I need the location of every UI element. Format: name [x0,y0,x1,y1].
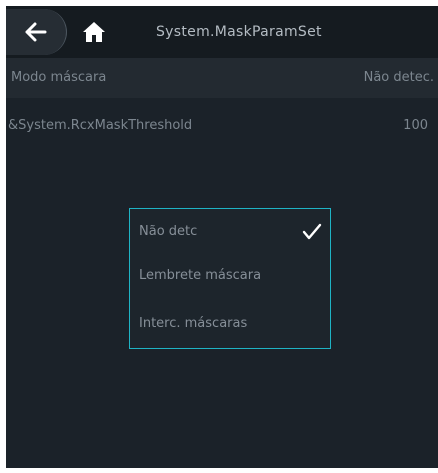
mask-mode-row[interactable]: Modo máscara Não detec. [6,58,438,98]
checkmark-icon [302,223,322,240]
page-title: System.MaskParamSet [156,24,322,40]
option-label: Lembrete máscara [139,268,262,283]
mask-mode-value: Não detec. [363,70,434,85]
mask-threshold-label: &System.RcxMaskThreshold [8,118,193,133]
mask-param-screen: System.MaskParamSet Modo máscara Não det… [6,6,438,468]
option-nao-detc[interactable]: Não detc [130,209,330,255]
option-interc-mascaras[interactable]: Interc. máscaras [130,301,330,347]
mask-threshold-value: 100 [403,118,428,133]
back-button[interactable] [6,9,67,55]
mask-threshold-row[interactable]: &System.RcxMaskThreshold 100 [6,106,438,146]
arrow-left-icon [25,22,47,42]
option-label: Não detc [139,224,198,239]
home-icon [83,22,105,42]
home-button[interactable] [76,14,112,50]
mask-mode-label: Modo máscara [11,70,107,85]
mask-mode-dropdown: Não detc Lembrete máscara Interc. máscar… [129,208,331,349]
option-label: Interc. máscaras [139,316,248,331]
header-bar: System.MaskParamSet [6,6,438,58]
option-lembrete-mascara[interactable]: Lembrete máscara [130,253,330,299]
